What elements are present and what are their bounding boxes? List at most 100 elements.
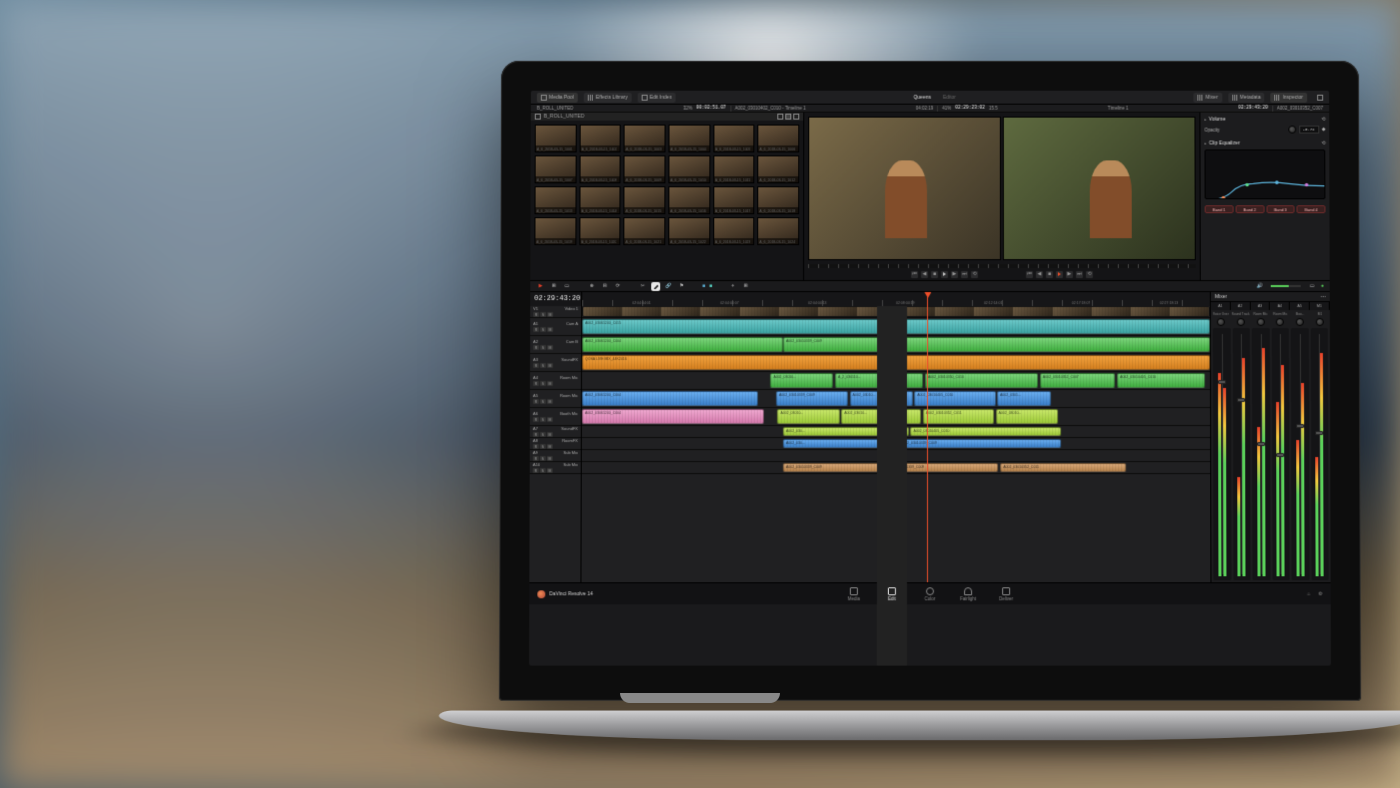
first-frame-button[interactable]: ⏮ [911, 271, 918, 278]
audio-clip[interactable]: A002_03010... [777, 409, 839, 424]
track-header-a6[interactable]: A6Booth MicRSM [530, 408, 581, 426]
eq-band-button[interactable]: Band 1 [1205, 205, 1234, 213]
edit-index-tab[interactable]: Edit Index [638, 92, 676, 102]
reset-volume-icon[interactable]: ⟲ [1321, 117, 1325, 123]
media-thumbnail[interactable]: A_6_2018-03-15_1017 [713, 186, 755, 214]
arm-button[interactable]: R [533, 363, 539, 368]
audio-clip[interactable]: A002_03010339_C009 [776, 391, 848, 406]
arm-button[interactable]: R [533, 327, 539, 332]
source-monitor[interactable] [808, 117, 1001, 261]
arm-button[interactable]: R [533, 468, 539, 473]
channel-fader[interactable] [1271, 328, 1289, 580]
arm-button[interactable]: R [533, 381, 539, 386]
solo-button[interactable]: S [540, 381, 546, 386]
channel-fader[interactable] [1213, 328, 1231, 580]
media-thumbnail[interactable]: A_6_2018-03-15_1011 [713, 155, 755, 183]
solo-button[interactable]: S [540, 417, 546, 422]
program-monitor[interactable] [1003, 117, 1196, 261]
arm-button[interactable]: R [533, 417, 539, 422]
pan-knob[interactable] [1296, 318, 1304, 326]
page-media[interactable]: Media [839, 306, 869, 666]
list-view-icon[interactable] [777, 114, 783, 120]
append-tool[interactable]: ⊕ [587, 282, 596, 291]
media-thumbnail[interactable]: A_6_2018-03-15_1009 [624, 155, 666, 183]
eq-band-button[interactable]: Band 2 [1235, 205, 1264, 213]
metadata-tab[interactable]: Metadata [1228, 92, 1265, 102]
media-thumbnail[interactable]: A_6_2018-03-15_1004 [668, 125, 710, 153]
link-selection-tool[interactable]: ⊞ [741, 282, 750, 291]
page-fairlight[interactable]: Fairlight [953, 306, 983, 666]
page-edit[interactable]: Edit [877, 306, 907, 666]
keyframe-icon[interactable]: ◆ [1322, 127, 1325, 133]
eq-graph[interactable] [1204, 149, 1325, 199]
solo-button[interactable]: S [540, 312, 546, 317]
mute-button[interactable]: M [547, 327, 553, 332]
track-header-v1[interactable]: V1Video 1RSM [530, 306, 581, 318]
channel-fader[interactable] [1310, 328, 1328, 580]
solo-button[interactable]: S [540, 345, 546, 350]
stop-button-prog[interactable]: ■ [1046, 271, 1053, 278]
track-header-a4[interactable]: A4Room MicRSM [530, 372, 581, 390]
media-thumbnail[interactable]: A_6_2018-03-15_1014 [579, 186, 621, 214]
mixer-channel-tab[interactable]: M1 [1310, 302, 1330, 310]
media-thumbnail[interactable]: A_6_2018-03-15_1018 [758, 186, 800, 214]
media-thumbnail[interactable]: A_6_2018-03-15_1001 [535, 125, 577, 153]
mute-button[interactable]: M [547, 444, 553, 449]
mute-button[interactable]: M [547, 468, 553, 473]
viewer-scrubber[interactable] [808, 264, 1196, 268]
track-header-a1[interactable]: A1Cam ARSM [530, 318, 581, 336]
volume-value[interactable]: -8.72 [1299, 126, 1319, 134]
arm-button[interactable]: R [533, 444, 539, 449]
audio-clip[interactable]: A002_03010352_C007 [1040, 373, 1115, 388]
blade-tool[interactable]: ✂ [638, 282, 647, 291]
pan-knob[interactable] [1237, 318, 1245, 326]
reset-eq-icon[interactable]: ⟲ [1321, 140, 1325, 146]
solo-button[interactable]: S [540, 327, 546, 332]
audio-clip[interactable]: A002_03010405_C010 [1117, 373, 1205, 388]
media-thumbnail[interactable]: A_6_2018-03-15_1022 [668, 217, 710, 245]
play-button-src[interactable] [941, 271, 948, 278]
mixer-channel-tab[interactable]: A2 [1231, 302, 1251, 310]
mute-button[interactable]: M [547, 417, 553, 422]
media-thumbnail[interactable]: A_6_2018-03-15_1021 [624, 217, 666, 245]
solo-button[interactable]: S [540, 399, 546, 404]
mute-button[interactable]: M [547, 381, 553, 386]
selection-tool[interactable]: ▶ [536, 282, 545, 291]
page-color[interactable]: Color [915, 306, 945, 666]
eq-band-button[interactable]: Band 3 [1266, 205, 1295, 213]
track-header-a7[interactable]: A7SoundFXRSM [530, 426, 581, 438]
media-thumbnail[interactable]: A_6_2018-03-15_1013 [535, 186, 577, 214]
mute-icon[interactable]: 🔊 [1257, 283, 1263, 289]
loop-button-prog[interactable]: ⟲ [1086, 271, 1093, 278]
link-tool[interactable]: 🔗 [664, 282, 673, 291]
search-icon[interactable] [793, 114, 799, 120]
loop-button-src[interactable]: ⟲ [971, 271, 978, 278]
timeline-ruler[interactable]: 02:04:04:0102:04:04:0702:04:04:1302:08:0… [582, 292, 1210, 306]
overwrite-tool[interactable]: ▭ [562, 282, 571, 291]
audio-clip[interactable]: A002_03010... [770, 373, 833, 388]
mixer-channel-tab[interactable]: A3 [1250, 302, 1270, 310]
arm-button[interactable]: R [533, 312, 539, 317]
prev-frame-button[interactable]: ◀ [921, 271, 928, 278]
media-thumbnail[interactable]: A_6_2018-03-15_1015 [624, 186, 666, 214]
dim-icon[interactable]: ● [1321, 283, 1324, 289]
mute-button[interactable]: M [547, 363, 553, 368]
snap-tool[interactable]: ⌖ [728, 282, 737, 291]
media-thumbnail[interactable]: A_6_2018-03-15_1005 [713, 125, 755, 153]
monitor-volume-slider[interactable] [1271, 285, 1301, 287]
channel-fader[interactable] [1252, 328, 1270, 580]
volume-knob[interactable] [1288, 126, 1296, 134]
media-thumbnail[interactable]: A_6_2018-03-15_1010 [668, 155, 710, 183]
first-frame-button-prog[interactable]: ⏮ [1026, 271, 1033, 278]
inspector-tab[interactable]: Inspector [1271, 92, 1308, 102]
arm-button[interactable]: R [533, 432, 539, 437]
next-frame-button[interactable]: ▶ [951, 271, 958, 278]
solo-button[interactable]: S [540, 468, 546, 473]
marker-cyan-icon[interactable]: ■ [709, 283, 712, 289]
track-header-a5[interactable]: A5Room MicRSM [530, 390, 581, 408]
media-pool-tab[interactable]: Media Pool [537, 92, 578, 102]
mixer-channel-tab[interactable]: A4 [1270, 302, 1290, 310]
timeline-view-options[interactable]: ▭ [1308, 282, 1317, 291]
media-thumbnail[interactable]: A_6_2018-03-15_1003 [624, 125, 666, 153]
solo-button[interactable]: S [540, 444, 546, 449]
